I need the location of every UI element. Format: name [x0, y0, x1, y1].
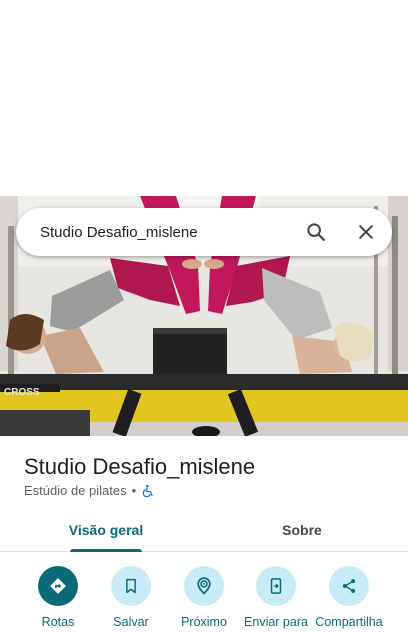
photo-banner-text: CROSS [4, 387, 40, 398]
share-label: Compartilha [315, 615, 383, 629]
search-bar[interactable]: Studio Desafio_mislene [16, 208, 392, 256]
send-to-phone-icon [270, 578, 282, 594]
tab-overview-label: Visão geral [68, 522, 144, 538]
send-to-phone-button-circle [256, 566, 296, 606]
place-title: Studio Desafio_mislene [24, 454, 256, 479]
tab-overview[interactable]: Visão geral [60, 508, 152, 552]
close-search-button[interactable] [346, 212, 386, 252]
place-tabs: Visão geral Sobre [0, 508, 408, 552]
share-button-circle [329, 566, 369, 606]
tab-about-label: Sobre [282, 522, 322, 538]
nearby-icon [197, 577, 211, 595]
send-to-phone-label: Enviar para [244, 615, 308, 629]
wheelchair-icon[interactable] [141, 484, 155, 498]
nearby-label: Próximo [181, 615, 227, 629]
map-blank-area [0, 0, 408, 196]
search-button[interactable] [296, 212, 336, 252]
close-icon [359, 225, 373, 239]
save-label: Salvar [113, 615, 149, 629]
directions-icon [50, 578, 66, 594]
place-category: Estúdio de pilates [24, 483, 127, 498]
tab-about[interactable]: Sobre [254, 508, 350, 552]
save-button[interactable]: Salvar [92, 566, 170, 629]
nearby-button-circle [184, 566, 224, 606]
place-subtitle: Estúdio de pilates • [24, 483, 155, 498]
action-bar: Rotas Salvar Próximo Enviar para Compart… [0, 566, 408, 632]
search-input[interactable]: Studio Desafio_mislene [16, 224, 296, 241]
share-button[interactable]: Compartilha [310, 566, 388, 629]
search-icon [307, 223, 325, 241]
nearby-button[interactable]: Próximo [165, 566, 243, 629]
directions-button-circle [38, 566, 78, 606]
send-to-phone-button[interactable]: Enviar para [237, 566, 315, 629]
separator-dot: • [131, 483, 137, 498]
share-icon [342, 579, 356, 593]
directions-button[interactable]: Rotas [19, 566, 97, 629]
save-button-circle [111, 566, 151, 606]
bookmark-icon [126, 578, 136, 594]
directions-label: Rotas [41, 615, 75, 629]
